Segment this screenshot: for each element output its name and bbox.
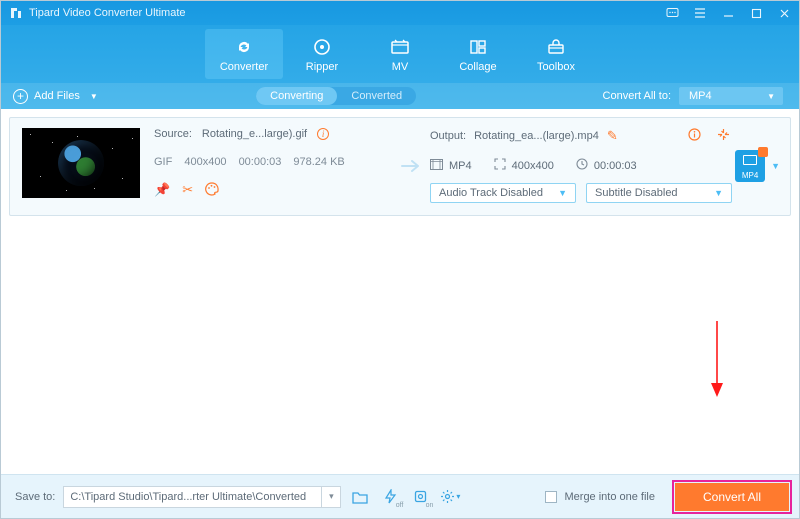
toolbox-icon — [545, 36, 567, 58]
open-folder-icon[interactable] — [349, 486, 371, 508]
toolbar: + Add Files ▼ Converting Converted Conve… — [1, 83, 799, 109]
clock-icon — [576, 158, 588, 173]
merge-label: Merge into one file — [565, 491, 656, 503]
palette-icon[interactable] — [205, 182, 219, 199]
chevron-down-icon: ▼ — [90, 92, 98, 101]
app-logo-icon — [9, 6, 23, 20]
output-format: MP4 — [449, 160, 472, 172]
save-path-field[interactable]: C:\Tipard Studio\Tipard...rter Ultimate\… — [63, 486, 321, 508]
output-duration: 00:00:03 — [594, 160, 637, 172]
feedback-icon[interactable] — [665, 6, 679, 20]
convert-all-button[interactable]: Convert All — [675, 483, 789, 511]
mv-icon — [389, 36, 411, 58]
info-icon[interactable]: i — [317, 128, 329, 140]
app-window: Tipard Video Converter Ultimate Converte… — [0, 0, 800, 519]
source-size: 978.24 KB — [293, 156, 344, 168]
video-icon — [430, 159, 443, 173]
gpu-icon[interactable]: on — [409, 486, 431, 508]
convert-all-select[interactable]: MP4 ▼ — [679, 87, 783, 105]
convert-all-value: MP4 — [689, 90, 712, 102]
titlebar: Tipard Video Converter Ultimate — [1, 1, 799, 25]
convert-all-label: Convert All — [703, 490, 761, 504]
edit-icon[interactable]: ✎ — [607, 128, 618, 144]
source-duration: 00:00:03 — [239, 156, 282, 168]
tab-mv[interactable]: MV — [361, 25, 439, 83]
output-dimensions: 400x400 — [512, 160, 554, 172]
tab-label: Ripper — [306, 61, 338, 73]
tab-label: Collage — [459, 61, 496, 73]
settings-icon[interactable]: ▾ — [439, 486, 461, 508]
tab-label: Toolbox — [537, 61, 575, 73]
pin-icon[interactable]: 📌 — [154, 182, 170, 199]
audio-track-select[interactable]: Audio Track Disabled▼ — [430, 183, 576, 203]
tab-label: Converter — [220, 61, 268, 73]
cut-icon[interactable]: ✂ — [182, 182, 193, 199]
annotation-arrow-icon — [707, 319, 727, 404]
close-icon[interactable] — [777, 6, 791, 20]
arrow-icon — [394, 128, 430, 203]
tab-collage[interactable]: Collage — [439, 25, 517, 83]
source-label: Source: — [154, 128, 192, 140]
add-files-button[interactable]: + Add Files ▼ — [1, 83, 110, 109]
add-files-label: Add Files — [34, 90, 80, 102]
merge-checkbox[interactable] — [545, 491, 557, 503]
format-tile[interactable]: MP4 — [735, 150, 765, 182]
plus-icon: + — [13, 89, 28, 104]
dimensions-icon — [494, 158, 506, 173]
chevron-down-icon: ▼ — [714, 188, 723, 198]
chevron-down-icon[interactable]: ▼ — [771, 161, 780, 171]
collage-icon — [467, 36, 489, 58]
app-title: Tipard Video Converter Ultimate — [29, 7, 186, 19]
thumbnail[interactable] — [22, 128, 140, 198]
save-path-dropdown[interactable]: ▾ — [321, 486, 341, 508]
save-to-label: Save to: — [15, 491, 55, 503]
subtitle-select[interactable]: Subtitle Disabled▼ — [586, 183, 732, 203]
output-filename: Rotating_ea...(large).mp4 — [474, 130, 599, 142]
output-label: Output: — [430, 130, 466, 142]
compress-icon[interactable] — [717, 128, 730, 144]
converting-segment: Converting Converted — [256, 87, 416, 105]
tab-converter[interactable]: Converter — [205, 29, 283, 79]
minimize-icon[interactable] — [721, 6, 735, 20]
tab-label: MV — [392, 61, 409, 73]
segment-converted[interactable]: Converted — [337, 87, 416, 105]
bolt-icon[interactable]: off — [379, 486, 401, 508]
source-format: GIF — [154, 156, 172, 168]
menu-icon[interactable] — [693, 6, 707, 20]
chevron-down-icon: ▼ — [767, 92, 775, 101]
main-nav: Converter Ripper MV Collage Toolbox — [1, 25, 799, 83]
ripper-icon — [311, 36, 333, 58]
source-filename: Rotating_e...large).gif — [202, 128, 307, 140]
chevron-down-icon: ▼ — [558, 188, 567, 198]
file-list: Source: Rotating_e...large).gif i GIF 40… — [1, 109, 799, 474]
info-circle-icon[interactable] — [688, 128, 701, 144]
tab-ripper[interactable]: Ripper — [283, 25, 361, 83]
source-dimensions: 400x400 — [184, 156, 226, 168]
maximize-icon[interactable] — [749, 6, 763, 20]
converter-icon — [233, 36, 255, 58]
tab-toolbox[interactable]: Toolbox — [517, 25, 595, 83]
convert-all-label: Convert All to: — [603, 90, 671, 102]
footer: Save to: C:\Tipard Studio\Tipard...rter … — [1, 474, 799, 518]
file-card: Source: Rotating_e...large).gif i GIF 40… — [9, 117, 791, 216]
format-tile-label: MP4 — [742, 171, 758, 180]
segment-converting[interactable]: Converting — [256, 87, 337, 105]
